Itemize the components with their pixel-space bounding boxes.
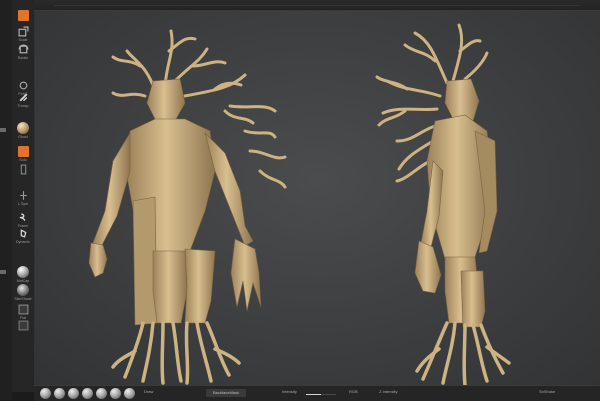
ghost-icon [17,122,29,134]
brush-pinch-icon[interactable] [124,388,135,399]
z-intensity-label: Z Intensity [379,389,398,394]
rail-marker [0,128,6,132]
brush-dam-icon[interactable] [82,388,93,399]
toolbar-divider [54,5,580,6]
dynamic-icon [20,229,26,238]
solo-label: Solo [19,158,27,162]
rotate-label: Rotate [17,56,29,60]
edit-button[interactable] [15,320,31,331]
brush-smooth-icon[interactable] [96,388,107,399]
flat-icon [18,304,28,315]
transparency-icon [19,93,27,102]
local-symmetry-label: L.Sym [17,202,29,206]
local-symmetry-button[interactable]: L.Sym [15,190,31,206]
frame-icon [19,213,25,221]
rotate-icon [18,44,28,54]
solo-button[interactable]: Solo [15,146,31,162]
backface-mask-button[interactable]: BackfaceMask [206,389,246,397]
rail-marker [0,270,6,274]
brush-standard-icon[interactable] [40,388,51,399]
rotate-tool-button[interactable]: Rotate [15,44,31,60]
intensity-slider[interactable] [306,394,336,395]
intensity-label: Intensity [282,389,297,394]
rgb-label: RGB [349,389,358,394]
frame-button[interactable]: Frame [15,212,31,228]
dynamic-label: Dynamic [16,240,30,244]
ghost-button[interactable]: Ghost [15,122,31,139]
solo-icon [17,146,29,157]
scale-tool-button[interactable]: Scale [15,26,31,42]
brush-move-icon[interactable] [54,388,65,399]
brush-inflate-icon[interactable] [110,388,121,399]
skin-icon [17,284,29,296]
flat-button[interactable]: Flat [15,304,31,320]
matcap-label: MatCap [16,279,30,283]
dynamic-button[interactable]: Dynamic [15,228,31,244]
intensity-slider-fill [306,394,321,395]
viewport-canvas[interactable] [35,11,600,385]
matcap-icon [17,266,29,278]
move-icon [17,10,29,21]
edit-icon [18,320,28,331]
scale-label: Scale [18,38,28,42]
move-tool-button[interactable] [15,10,31,21]
left-tool-panel: Scale Rotate PolyF Transp Ghost Solo L.S… [12,0,35,392]
transparency-label: Transp [17,104,29,108]
matcap-button[interactable]: MatCap [15,266,31,283]
field-label: Draw [144,389,154,394]
top-toolbar-strip [34,0,600,11]
right-status-label: SnShoke [539,389,556,394]
brush-clay-icon[interactable] [68,388,79,399]
tree-creature-front [88,29,287,385]
ghost-label: Ghost [18,135,28,139]
transparency-button[interactable]: Transp [15,92,31,108]
xpose-icon [20,164,26,175]
polyframe-icon [19,81,27,90]
sculpt-render [88,23,511,385]
tree-creature-side [375,23,511,385]
xpose-button[interactable] [15,164,31,175]
scale-icon [18,26,28,37]
bottom-brush-bar: Draw BackfaceMask Intensity RGB Z Intens… [34,385,600,401]
left-edge-rail [0,0,12,400]
skin-label: SkinShade [14,297,32,301]
local-symmetry-icon [19,191,27,200]
skin-shade-button[interactable]: SkinShade [14,284,32,301]
